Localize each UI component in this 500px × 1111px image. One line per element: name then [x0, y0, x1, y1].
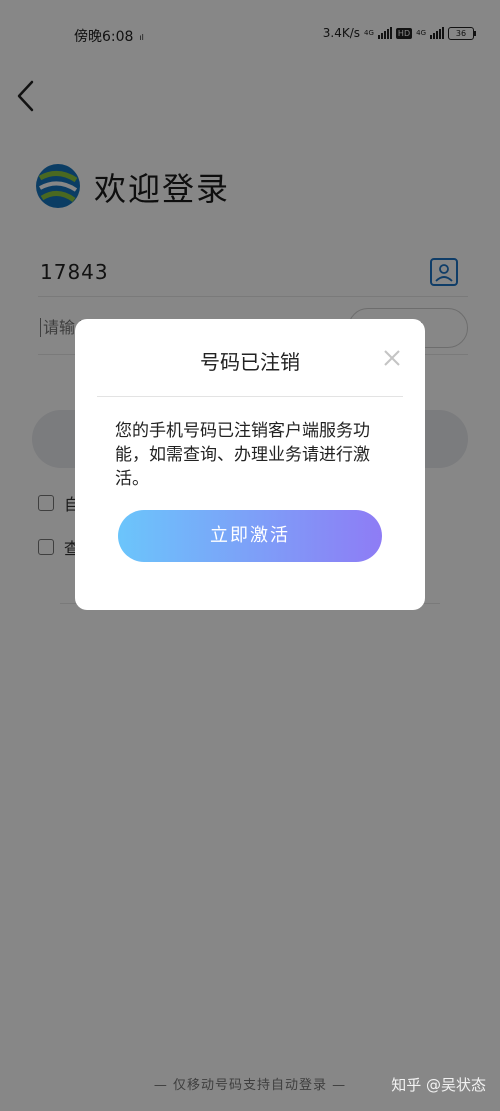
activate-button[interactable]: 立即激活: [118, 510, 382, 562]
watermark: 知乎 @吴状态: [391, 1076, 486, 1094]
dialog-divider: [97, 396, 403, 397]
dialog-title: 号码已注销: [200, 350, 300, 374]
close-icon[interactable]: [381, 347, 403, 369]
dialog-message: 您的手机号码已注销客户端服务功能，如需查询、办理业务请进行激活。: [115, 421, 370, 489]
deactivated-dialog: 号码已注销 您的手机号码已注销客户端服务功能，如需查询、办理业务请进行激活。 立…: [75, 319, 425, 610]
